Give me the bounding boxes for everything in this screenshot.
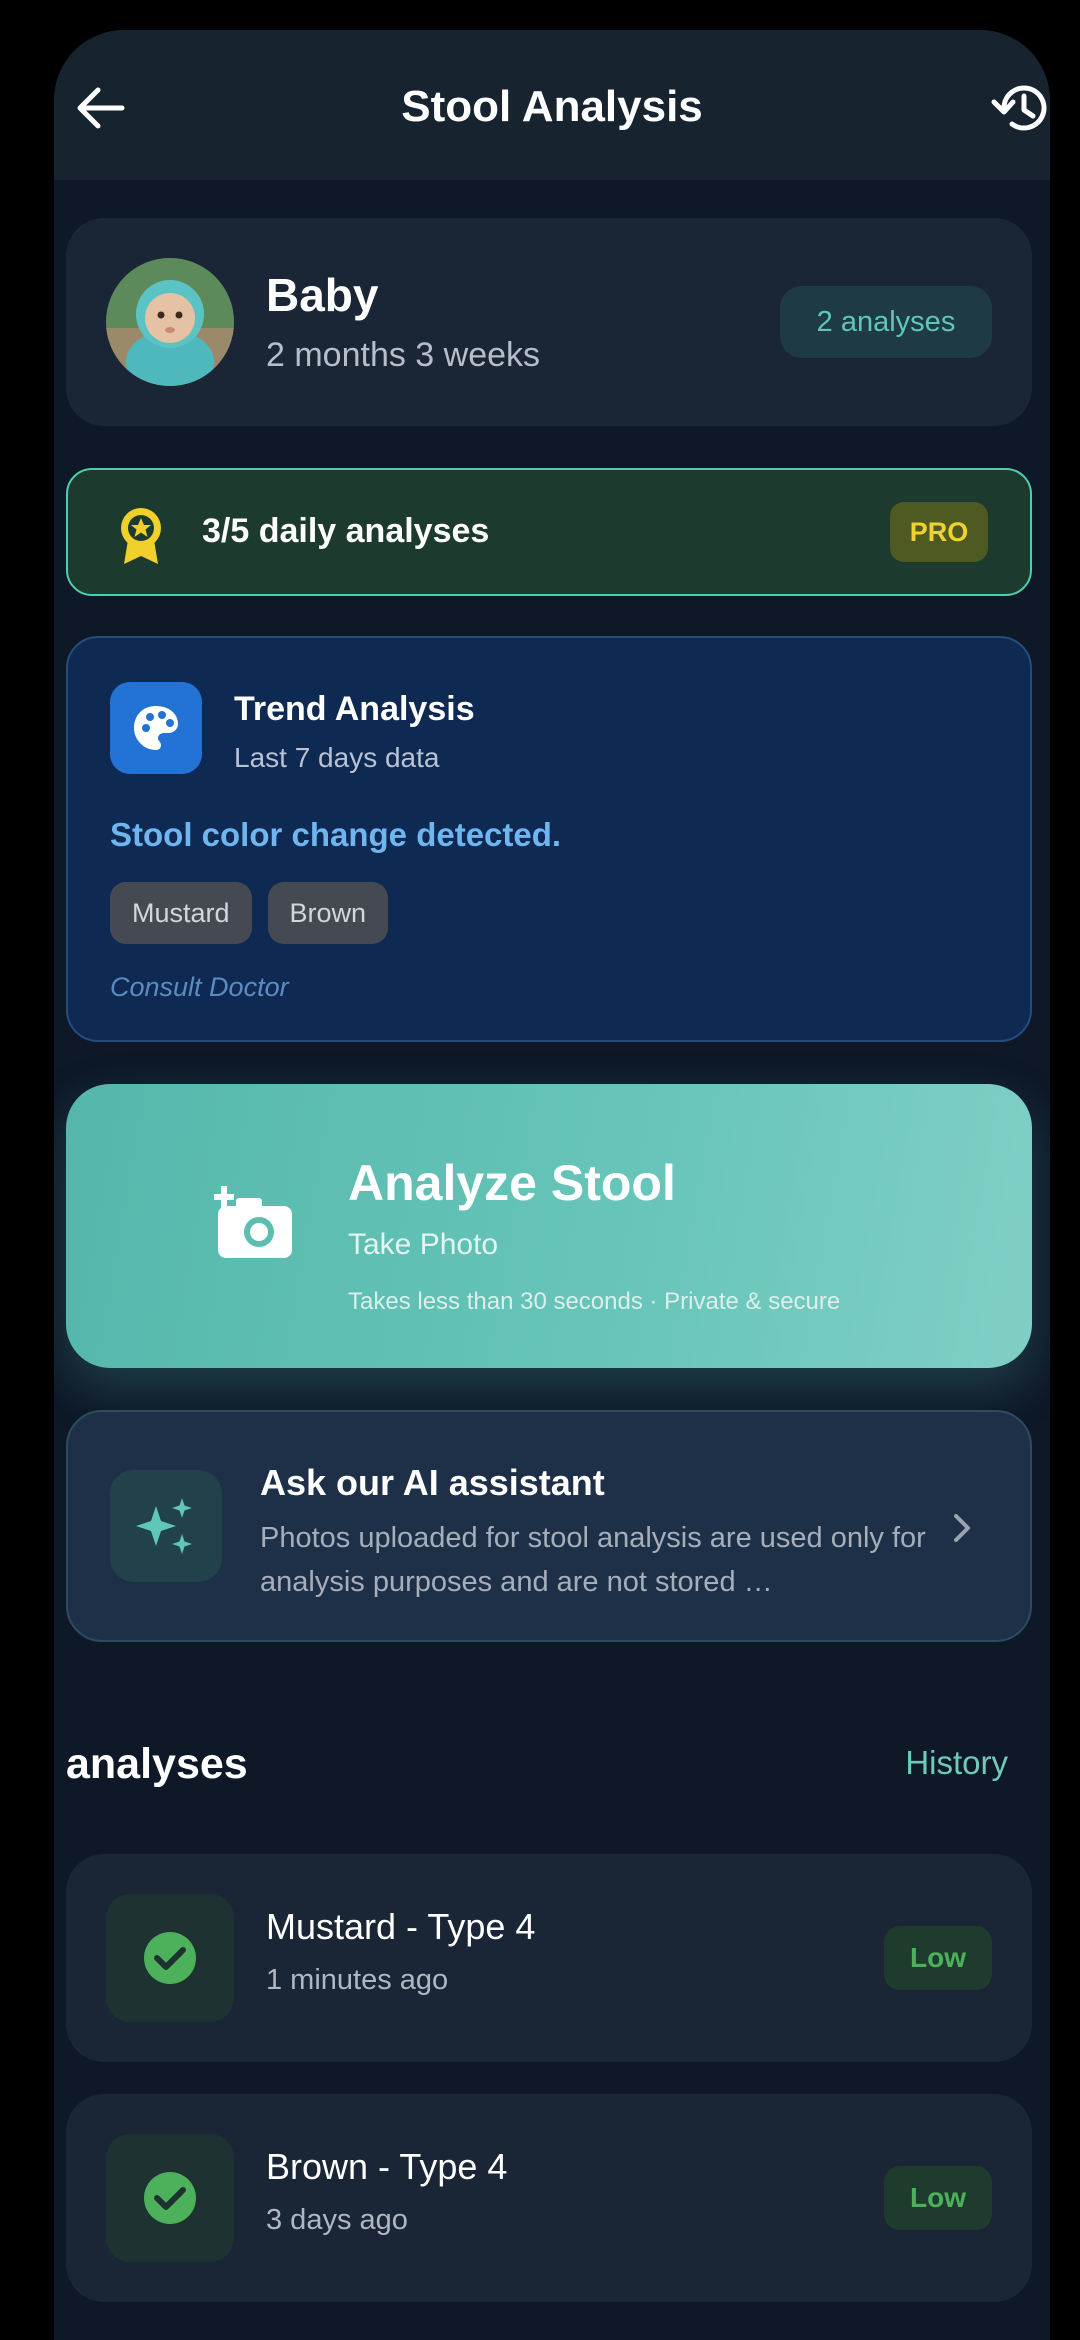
baby-age: 2 months 3 weeks — [266, 336, 541, 374]
analysis-title: Brown - Type 4 — [266, 2146, 508, 2187]
chevron-right-icon — [954, 1514, 970, 1542]
baby-profile-card[interactable]: Baby 2 months 3 weeks 2 analyses — [66, 218, 1032, 426]
page-title: Stool Analysis — [401, 82, 703, 131]
pro-badge[interactable]: PRO — [890, 502, 988, 562]
history-icon[interactable] — [990, 80, 1050, 136]
ai-assistant-card[interactable]: Ask our AI assistant Photos uploaded for… — [66, 1410, 1032, 1642]
analysis-time: 1 minutes ago — [266, 1964, 449, 1996]
ai-title: Ask our AI assistant — [260, 1462, 605, 1503]
color-tag-mustard: Mustard — [110, 882, 252, 944]
back-arrow-icon[interactable] — [72, 80, 128, 136]
analysis-time: 3 days ago — [266, 2204, 408, 2236]
color-tag-brown: Brown — [267, 882, 389, 944]
daily-limit-text: 3/5 daily analyses — [202, 512, 490, 550]
trend-analysis-card[interactable]: Trend Analysis Last 7 days data Stool co… — [66, 636, 1032, 1042]
risk-badge: Low — [884, 1926, 992, 1990]
baby-name: Baby — [266, 269, 379, 321]
analyze-title: Analyze Stool — [348, 1155, 676, 1211]
risk-badge: Low — [884, 2166, 992, 2230]
trend-alert: Stool color change detected. — [110, 816, 562, 853]
avatar — [106, 258, 234, 386]
analyze-note: Takes less than 30 seconds · Private & s… — [348, 1288, 841, 1315]
analysis-list-item[interactable]: Mustard - Type 4 1 minutes ago Low — [66, 1854, 1032, 2062]
ai-description: Photos uploaded for stool analysis are u… — [260, 1522, 926, 1598]
check-circle-icon — [106, 2134, 234, 2262]
analyze-stool-button[interactable]: Analyze Stool Take Photo Takes less than… — [66, 1084, 1032, 1368]
section-title: analyses — [66, 1740, 248, 1788]
phone-frame: Stool Analysis Baby 2 months 3 weeks 2 a… — [12, 0, 1068, 2340]
screen: Stool Analysis Baby 2 months 3 weeks 2 a… — [54, 30, 1050, 2340]
analyses-count-badge: 2 analyses — [780, 286, 992, 358]
analysis-title: Mustard - Type 4 — [266, 1906, 536, 1947]
palette-icon — [110, 682, 202, 774]
color-tags: Mustard Brown — [110, 882, 389, 944]
check-circle-icon — [106, 1894, 234, 2022]
baby-photo — [106, 258, 234, 386]
trend-title: Trend Analysis — [234, 690, 475, 728]
add-camera-icon — [214, 1186, 292, 1258]
trend-subtitle: Last 7 days data — [234, 742, 440, 773]
consult-doctor-link[interactable]: Consult Doctor — [110, 972, 289, 1003]
app-bar: Stool Analysis — [54, 30, 1050, 180]
history-link[interactable]: History — [905, 1744, 1008, 1782]
daily-limit-banner[interactable]: 3/5 daily analyses PRO — [66, 468, 1032, 596]
medal-icon — [121, 508, 161, 564]
analyze-subtitle: Take Photo — [348, 1228, 499, 1261]
analysis-list-item[interactable]: Brown - Type 4 3 days ago Low — [66, 2094, 1032, 2302]
sparkles-icon — [110, 1470, 222, 1582]
